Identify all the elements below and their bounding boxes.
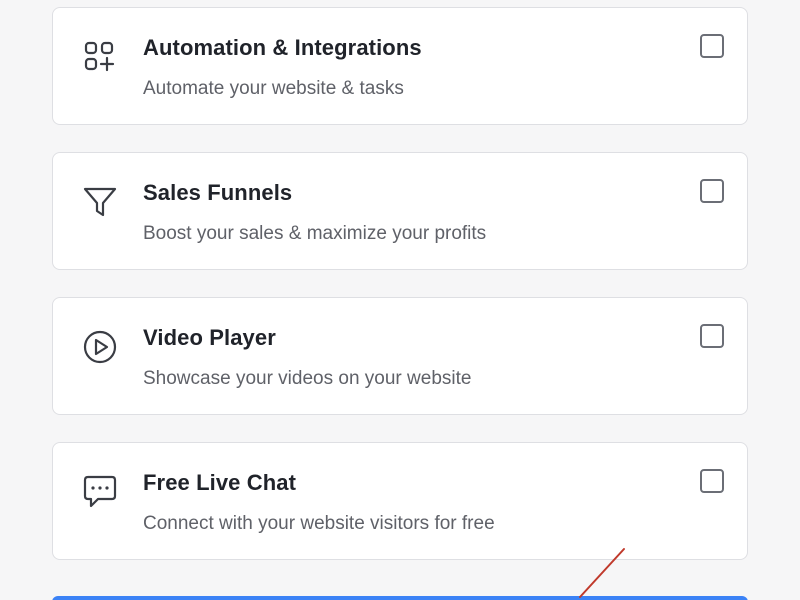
feature-card-sales-funnels[interactable]: Sales Funnels Boost your sales & maximiz… — [52, 152, 748, 270]
feature-card-automation[interactable]: Automation & Integrations Automate your … — [52, 7, 748, 125]
feature-description: Showcase your videos on your website — [143, 368, 472, 389]
feature-description: Connect with your website visitors for f… — [143, 513, 495, 534]
feature-card-video-player[interactable]: Video Player Showcase your videos on you… — [52, 297, 748, 415]
feature-checkbox[interactable] — [700, 469, 724, 493]
chat-bubble-icon — [81, 473, 119, 511]
feature-description: Boost your sales & maximize your profits — [143, 223, 487, 244]
play-circle-icon — [81, 328, 119, 366]
feature-title: Automation & Integrations — [143, 35, 422, 60]
feature-description: Automate your website & tasks — [143, 78, 404, 99]
feature-title: Free Live Chat — [143, 470, 297, 495]
feature-title: Video Player — [143, 325, 276, 350]
feature-checkbox[interactable] — [700, 34, 724, 58]
apps-add-icon — [81, 38, 119, 76]
feature-card-live-chat[interactable]: Free Live Chat Connect with your website… — [52, 442, 748, 560]
feature-selection-page: Automation & Integrations Automate your … — [0, 0, 800, 600]
annotation-arrow-icon — [579, 548, 625, 598]
feature-checkbox[interactable] — [700, 324, 724, 348]
continue-button[interactable] — [52, 596, 748, 600]
feature-checkbox[interactable] — [700, 179, 724, 203]
funnel-icon — [81, 183, 119, 221]
feature-title: Sales Funnels — [143, 180, 293, 205]
